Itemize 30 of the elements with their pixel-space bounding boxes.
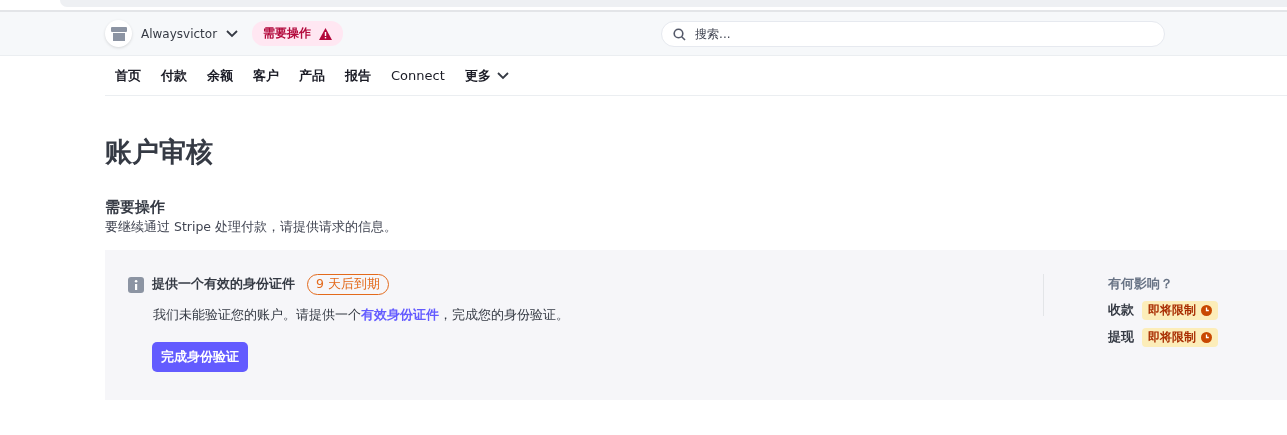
nav-link[interactable]: 报告	[335, 66, 381, 85]
section-description: 要继续通过 Stripe 处理付款，请提供请求的信息。	[105, 219, 399, 236]
verify-identity-button[interactable]: 完成身份验证	[152, 342, 248, 372]
nav-link[interactable]: 客户	[243, 66, 289, 85]
status-badge: 即将限制	[1142, 301, 1218, 320]
task-title: 提供一个有效的身份证件	[152, 276, 295, 293]
chevron-down-icon	[496, 71, 509, 80]
warning-icon	[319, 27, 333, 40]
id-document-link[interactable]: 有效身份证件	[361, 307, 439, 322]
chevron-down-icon	[226, 29, 239, 38]
page-title: 账户审核	[105, 135, 214, 169]
nav-link[interactable]: 余额	[197, 66, 243, 85]
clock-icon	[1201, 332, 1212, 343]
info-icon	[128, 276, 144, 293]
impact-title: 有何影响？	[1108, 276, 1174, 293]
account-switcher[interactable]: Alwaysvictor	[105, 20, 239, 47]
search-field[interactable]: 搜索...	[661, 20, 1166, 47]
impact-label: 提现	[1108, 329, 1134, 346]
store-icon	[110, 26, 127, 41]
nav-link[interactable]: Connect	[381, 68, 455, 83]
status-badge: 即将限制	[1142, 328, 1218, 347]
section-title: 需要操作	[105, 198, 166, 217]
nav-link[interactable]: 付款	[151, 66, 197, 85]
clock-icon	[1201, 305, 1212, 316]
nav-link[interactable]: 产品	[289, 66, 335, 85]
nav-link[interactable]: 首页	[105, 66, 151, 85]
action-required-badge[interactable]: 需要操作	[252, 21, 344, 46]
impact-label: 收款	[1108, 302, 1134, 319]
task-description: 我们未能验证您的账户。请提供一个有效身份证件，完成您的身份验证。	[153, 307, 570, 324]
more-menu[interactable]: 更多	[454, 66, 519, 85]
